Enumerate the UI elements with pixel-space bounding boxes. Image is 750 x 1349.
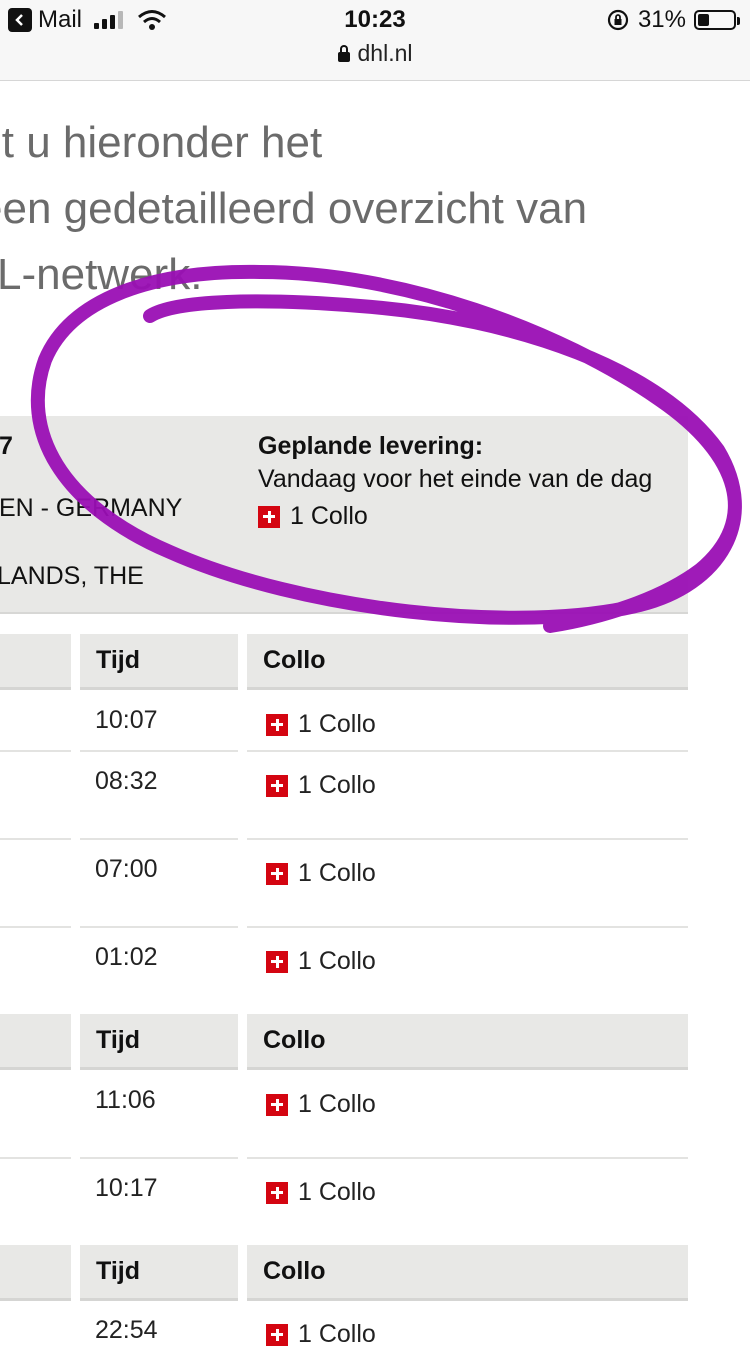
header-time: Tijd	[80, 634, 238, 690]
row-divider	[247, 1157, 688, 1159]
row-divider	[80, 926, 238, 928]
row-time: 08:32	[95, 767, 158, 795]
header-collo: Collo	[247, 1245, 688, 1301]
planned-delivery-heading: Geplande levering:	[258, 432, 484, 460]
intro-line-3: L-netwerk.	[0, 250, 203, 299]
intro-line-2: een gedetailleerd overzicht van	[0, 184, 588, 233]
row-divider	[247, 750, 688, 752]
row-collo[interactable]: 1 Collo	[266, 859, 376, 888]
row-divider	[0, 838, 71, 840]
collo-label: 1 Collo	[298, 771, 376, 799]
expand-plus-icon[interactable]	[266, 774, 288, 797]
header-collo: Collo	[247, 634, 688, 690]
expand-plus-icon[interactable]	[266, 1181, 288, 1204]
row-collo[interactable]: 1 Collo	[266, 1178, 376, 1207]
row-time: 10:07	[95, 706, 158, 734]
battery-icon	[694, 10, 740, 30]
header-cell-location	[0, 634, 71, 690]
expand-plus-icon[interactable]	[266, 950, 288, 973]
row-time: 22:54	[95, 1316, 158, 1344]
collo-label: 1 Collo	[298, 710, 376, 738]
row-time: 07:00	[95, 855, 158, 883]
expand-plus-icon[interactable]	[266, 713, 288, 736]
collo-label: 1 Collo	[298, 859, 376, 887]
header-collo: Collo	[247, 1014, 688, 1070]
shipment-summary: 7 IEN - GERMANY LANDS, THE Geplande leve…	[0, 416, 688, 614]
row-time: 10:17	[95, 1174, 158, 1202]
origin-text: IEN - GERMANY	[0, 494, 183, 522]
status-bar: Mail 10:23 31% dhl.nl	[0, 0, 750, 81]
row-collo[interactable]: 1 Collo	[266, 771, 376, 800]
planned-delivery: Geplande levering: Vandaag voor het eind…	[258, 430, 668, 533]
collo-label: 1 Collo	[298, 1090, 376, 1118]
row-collo[interactable]: 1 Collo	[266, 947, 376, 976]
planned-delivery-text: Vandaag voor het einde van de dag	[258, 465, 653, 493]
destination-text: LANDS, THE	[0, 562, 144, 590]
collo-label: 1 Collo	[290, 502, 368, 530]
row-divider	[247, 838, 688, 840]
row-time: 01:02	[95, 943, 158, 971]
expand-plus-icon[interactable]	[266, 1323, 288, 1346]
shipment-number: 7	[0, 432, 13, 460]
row-divider	[80, 750, 238, 752]
expand-plus-icon[interactable]	[266, 1093, 288, 1116]
row-divider	[0, 926, 71, 928]
row-divider	[80, 1157, 238, 1159]
row-divider	[0, 1157, 71, 1159]
header-cell-location	[0, 1245, 71, 1301]
row-divider	[247, 926, 688, 928]
expand-plus-icon[interactable]	[258, 505, 280, 528]
lock-icon	[337, 45, 350, 62]
battery-percent: 31%	[637, 6, 686, 33]
orientation-lock-icon	[607, 9, 629, 31]
intro-paragraph: lt u hieronder het een gedetailleerd ove…	[0, 110, 750, 308]
collo-label: 1 Collo	[298, 1178, 376, 1206]
header-cell-location	[0, 1014, 71, 1070]
address-bar[interactable]: dhl.nl	[0, 40, 750, 67]
url-text: dhl.nl	[357, 40, 413, 66]
collo-label: 1 Collo	[298, 1320, 376, 1348]
header-time: Tijd	[80, 1245, 238, 1301]
status-right: 31%	[606, 6, 740, 34]
intro-line-1: lt u hieronder het	[0, 118, 323, 167]
row-collo[interactable]: 1 Collo	[266, 1090, 376, 1119]
collo-label: 1 Collo	[298, 947, 376, 975]
expand-plus-icon[interactable]	[266, 862, 288, 885]
shipment-info: 7 IEN - GERMANY LANDS, THE	[0, 430, 182, 590]
header-time: Tijd	[80, 1014, 238, 1070]
row-collo[interactable]: 1 Collo	[266, 1320, 376, 1349]
row-collo[interactable]: 1 Collo	[266, 710, 376, 739]
row-time: 11:06	[95, 1086, 156, 1114]
row-divider	[0, 750, 71, 752]
collo-toggle[interactable]: 1 Collo	[258, 500, 668, 533]
row-divider	[80, 838, 238, 840]
